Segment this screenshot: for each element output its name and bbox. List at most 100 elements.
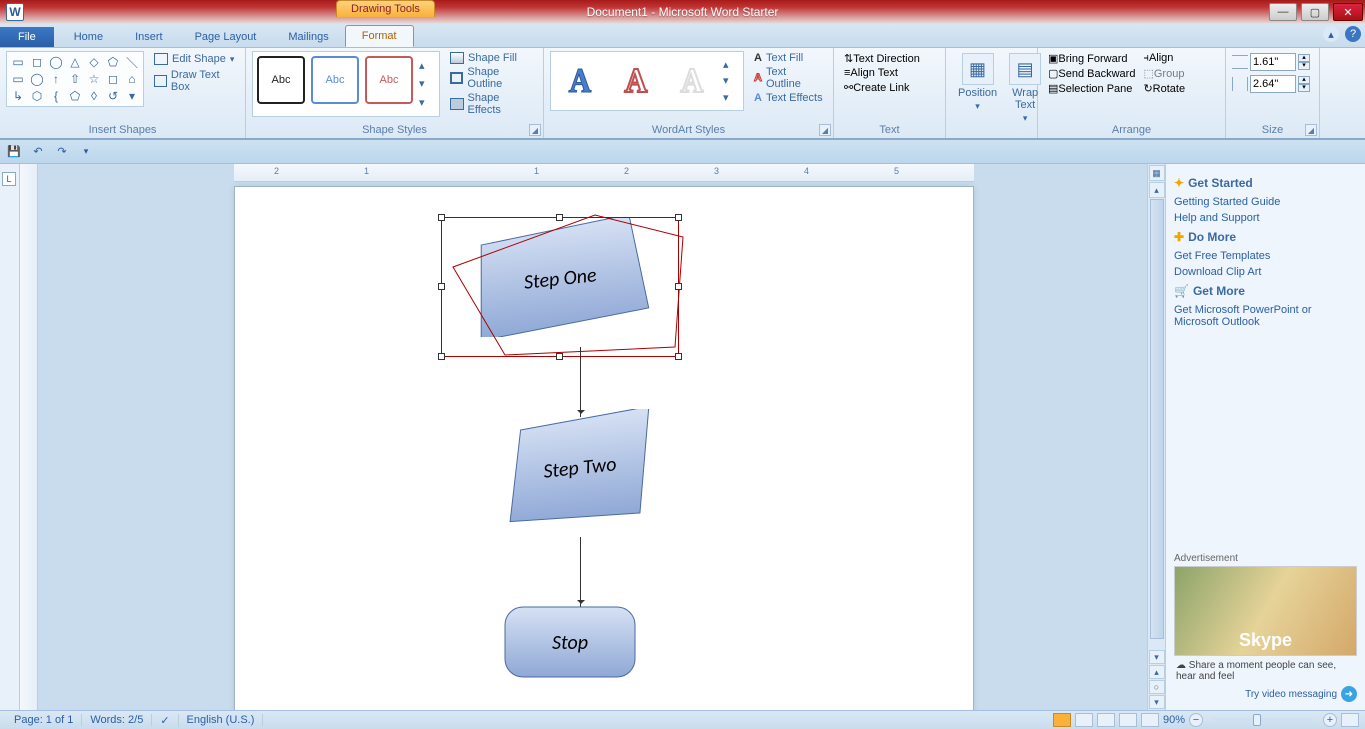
align-text-button[interactable]: ≡Align Text xyxy=(840,66,939,80)
document-area[interactable]: 21 12 34 5 Step One Step Two Stop xyxy=(38,164,1147,710)
wordart-gallery[interactable]: A A A ▴▾▾ xyxy=(550,51,744,111)
help-button[interactable]: ? xyxy=(1345,26,1361,42)
width-icon xyxy=(1232,77,1248,91)
shape-effects-button[interactable]: Shape Effects xyxy=(446,91,537,117)
minimize-ribbon-button[interactable]: ▴ xyxy=(1323,26,1339,42)
view-web-layout[interactable] xyxy=(1097,713,1115,727)
status-words[interactable]: Words: 2/5 xyxy=(82,714,152,726)
tab-home[interactable]: Home xyxy=(58,27,119,47)
minimize-button[interactable]: — xyxy=(1269,3,1297,21)
text-direction-button[interactable]: ⇅Text Direction xyxy=(840,51,939,66)
advertisement[interactable]: Advertisement Skype ☁ Share a moment peo… xyxy=(1174,553,1357,702)
scroll-up-button[interactable]: ▴ xyxy=(1149,182,1165,198)
zoom-level[interactable]: 90% xyxy=(1163,714,1185,726)
tab-selector[interactable]: L xyxy=(2,172,16,186)
height-input[interactable] xyxy=(1250,53,1296,71)
get-started-header: ✦Get Started xyxy=(1174,176,1357,190)
scroll-thumb[interactable] xyxy=(1150,199,1164,639)
link-get-office[interactable]: Get Microsoft PowerPoint or Microsoft Ou… xyxy=(1174,302,1357,330)
tab-page-layout[interactable]: Page Layout xyxy=(179,27,273,47)
create-link-button[interactable]: ⚯Create Link xyxy=(840,80,939,95)
contextual-tab-drawing-tools[interactable]: Drawing Tools xyxy=(336,0,435,17)
next-page-button[interactable]: ▾ xyxy=(1149,695,1165,709)
scroll-document-map-icon[interactable]: ▦ xyxy=(1149,165,1165,181)
draw-text-box-button[interactable]: Draw Text Box xyxy=(150,67,239,95)
title-bar: W Drawing Tools Document1 - Microsoft Wo… xyxy=(0,0,1365,24)
ad-text: ☁ Share a moment people can see, hear an… xyxy=(1174,656,1357,686)
prev-page-button[interactable]: ▴ xyxy=(1149,665,1165,679)
view-full-screen[interactable] xyxy=(1075,713,1093,727)
shape-width[interactable]: ▴▾ xyxy=(1232,75,1313,93)
svg-text:Stop: Stop xyxy=(552,631,588,655)
position-icon: ▦ xyxy=(962,53,994,85)
tab-insert[interactable]: Insert xyxy=(119,27,179,47)
tab-mailings[interactable]: Mailings xyxy=(272,27,344,47)
zoom-in-button[interactable]: + xyxy=(1323,713,1337,727)
shape-stop[interactable]: Stop xyxy=(495,597,645,687)
vertical-scrollbar[interactable]: ▦ ▴ ▾ ▴ ○ ▾ xyxy=(1147,164,1165,710)
horizontal-ruler[interactable]: 21 12 34 5 xyxy=(234,164,974,182)
link-getting-started-guide[interactable]: Getting Started Guide xyxy=(1174,194,1357,210)
shape-fill-button[interactable]: Shape Fill xyxy=(446,51,537,65)
text-fill-button[interactable]: AText Fill xyxy=(750,51,827,65)
position-button[interactable]: ▦ Position▾ xyxy=(952,51,1003,126)
wordart-launcher[interactable]: ◢ xyxy=(819,124,831,136)
browse-object-button[interactable]: ○ xyxy=(1149,680,1165,694)
shape-height[interactable]: ▴▾ xyxy=(1232,53,1313,71)
shapes-gallery[interactable]: ▭◻◯△◇⬠＼ ▭◯↑⇧☆◻⌂ ↳⬡{⬠◊↺▾ xyxy=(6,51,144,107)
group-insert-shapes-label: Insert Shapes xyxy=(0,124,245,136)
quick-access-toolbar: 💾 ↶ ↷ ▾ xyxy=(0,140,1365,164)
view-outline[interactable] xyxy=(1119,713,1137,727)
tab-format[interactable]: Format xyxy=(345,25,414,47)
work-area: L 21 12 34 5 Step One Step Two Stop xyxy=(0,164,1365,710)
height-icon xyxy=(1232,55,1248,69)
zoom-out-button[interactable]: − xyxy=(1189,713,1203,727)
shape-step-two[interactable]: Step Two xyxy=(495,409,665,529)
page[interactable]: Step One Step Two Stop xyxy=(234,186,974,710)
word-icon: W xyxy=(6,3,24,21)
text-effects-button[interactable]: AText Effects xyxy=(750,91,827,105)
view-print-layout[interactable] xyxy=(1053,713,1071,727)
edit-points-outline xyxy=(445,207,695,367)
file-tab[interactable]: File xyxy=(0,27,54,47)
shape-outline-button[interactable]: Shape Outline xyxy=(446,65,537,91)
scroll-down-button[interactable]: ▾ xyxy=(1149,650,1165,664)
undo-button[interactable]: ↶ xyxy=(30,144,46,160)
text-outline-button[interactable]: AText Outline xyxy=(750,65,827,91)
vertical-ruler[interactable] xyxy=(20,164,38,710)
size-launcher[interactable]: ◢ xyxy=(1305,124,1317,136)
bring-forward-button[interactable]: ▣Bring Forward xyxy=(1044,51,1139,66)
status-proofing-icon[interactable]: ✓ xyxy=(152,714,178,727)
selection-pane-button[interactable]: ▤Selection Pane xyxy=(1044,81,1139,96)
send-backward-button[interactable]: ▢Send Backward xyxy=(1044,66,1139,81)
ribbon-tabs: File Home Insert Page Layout Mailings Fo… xyxy=(0,24,1365,48)
ribbon: ▭◻◯△◇⬠＼ ▭◯↑⇧☆◻⌂ ↳⬡{⬠◊↺▾ Edit Shape ▾ Dra… xyxy=(0,48,1365,140)
status-language[interactable]: English (U.S.) xyxy=(179,714,264,726)
view-draft[interactable] xyxy=(1141,713,1159,727)
close-button[interactable]: ✕ xyxy=(1333,3,1363,21)
rotate-button[interactable]: ↻Rotate xyxy=(1139,81,1189,96)
window-title: Document1 - Microsoft Word Starter xyxy=(587,5,779,19)
status-bar: Page: 1 of 1 Words: 2/5 ✓ English (U.S.)… xyxy=(0,710,1365,729)
group-wordart-label: WordArt Styles xyxy=(544,124,833,136)
ad-image: Skype xyxy=(1174,566,1357,656)
redo-button[interactable]: ↷ xyxy=(54,144,70,160)
link-help-support[interactable]: Help and Support xyxy=(1174,210,1357,226)
shape-styles-gallery[interactable]: Abc Abc Abc ▴▾▾ xyxy=(252,51,440,117)
zoom-slider[interactable] xyxy=(1213,718,1313,722)
ad-link[interactable]: Try video messaging➜ xyxy=(1174,686,1357,702)
selection-pane-icon: ▤ xyxy=(1048,83,1058,95)
link-download-clipart[interactable]: Download Clip Art xyxy=(1174,264,1357,280)
save-button[interactable]: 💾 xyxy=(6,144,22,160)
width-input[interactable] xyxy=(1250,75,1296,93)
align-button[interactable]: ⫞Align xyxy=(1139,51,1189,66)
status-page[interactable]: Page: 1 of 1 xyxy=(6,714,82,726)
link-free-templates[interactable]: Get Free Templates xyxy=(1174,248,1357,264)
maximize-button[interactable]: ▢ xyxy=(1301,3,1329,21)
zoom-fit-button[interactable] xyxy=(1341,713,1359,727)
edit-shape-button[interactable]: Edit Shape ▾ xyxy=(150,51,239,67)
qat-customize[interactable]: ▾ xyxy=(78,144,94,160)
bring-forward-icon: ▣ xyxy=(1048,53,1058,65)
shape-styles-launcher[interactable]: ◢ xyxy=(529,124,541,136)
rotate-icon: ↻ xyxy=(1143,83,1152,95)
